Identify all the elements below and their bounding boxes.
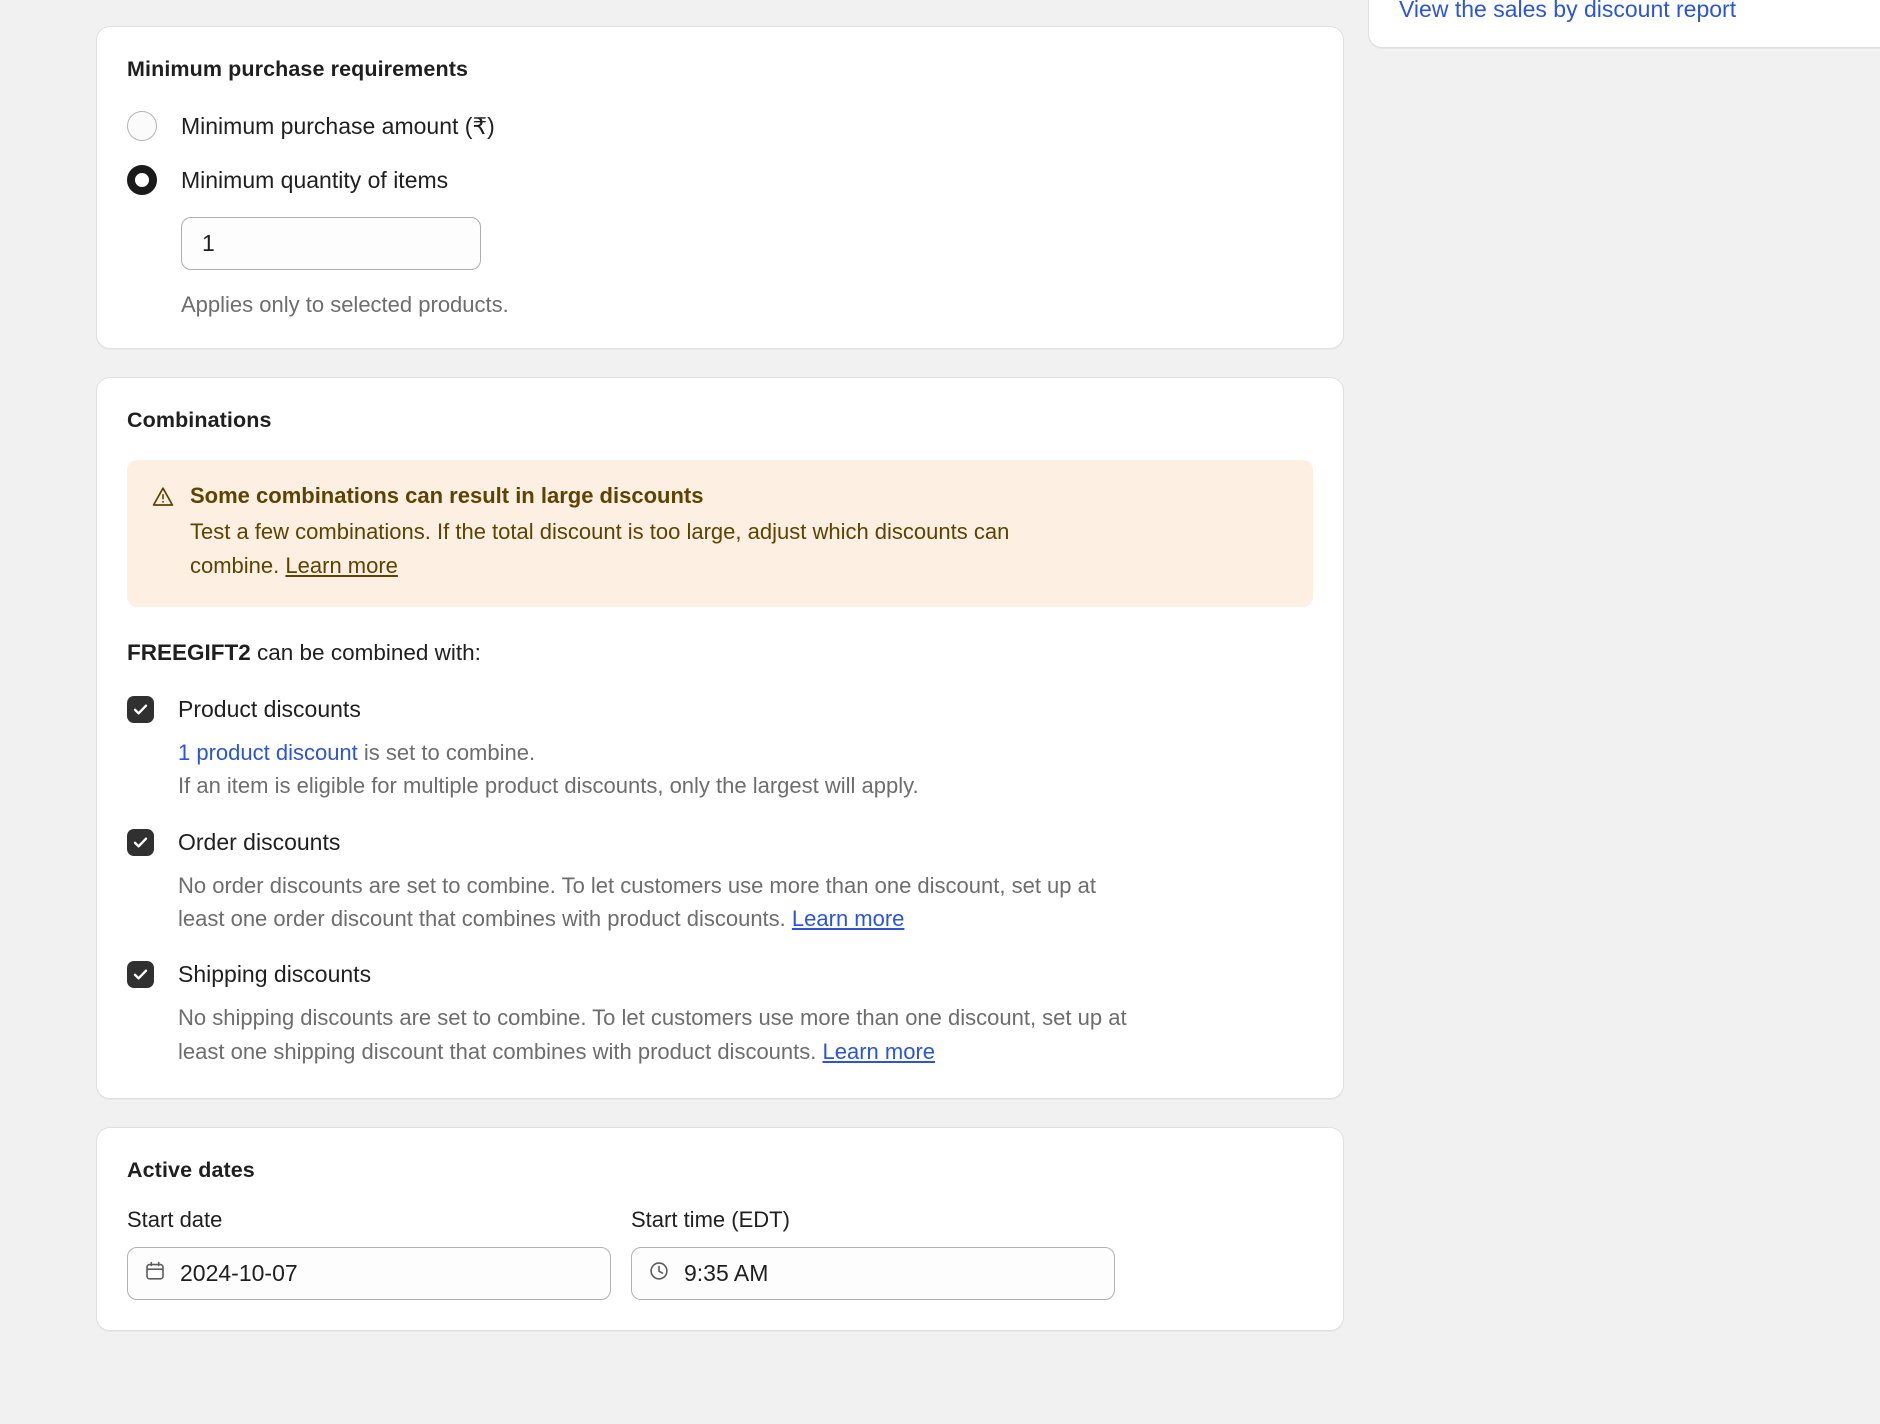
checkbox-order-discounts-label: Order discounts — [178, 828, 341, 855]
combination-intro-rest: can be combined with: — [250, 639, 481, 665]
checkbox-shipping-discounts-icon[interactable] — [127, 961, 154, 989]
sales-report-card: View the sales by discount report — [1368, 0, 1880, 48]
product-discounts-sub-line2: If an item is eligible for multiple prod… — [178, 773, 919, 799]
minimum-quantity-input[interactable]: 1 — [181, 217, 481, 270]
start-time-label: Start time (EDT) — [631, 1207, 790, 1233]
radio-option-minimum-amount[interactable]: Minimum purchase amount (₹) — [127, 111, 1313, 141]
start-time-input[interactable]: 9:35 AM — [631, 1247, 1115, 1301]
warning-banner-learn-more-link[interactable]: Learn more — [285, 553, 398, 578]
start-time-field: Start time (EDT) 9:35 AM — [631, 1207, 1115, 1301]
warning-banner-body: Test a few combinations. If the total di… — [190, 515, 1090, 583]
active-dates-title: Active dates — [127, 1158, 255, 1183]
radio-minimum-amount-label: Minimum purchase amount (₹) — [181, 112, 495, 139]
radio-option-minimum-quantity[interactable]: Minimum quantity of items — [127, 165, 1313, 195]
warning-banner-title: Some combinations can result in large di… — [190, 483, 704, 508]
shipping-discounts-learn-more-link[interactable]: Learn more — [823, 1039, 936, 1064]
checkbox-row-shipping-discounts[interactable]: Shipping discounts — [127, 961, 1313, 989]
minimum-purchase-radio-group: Minimum purchase amount (₹) Minimum quan… — [127, 111, 1313, 195]
view-sales-by-discount-report-link[interactable]: View the sales by discount report — [1399, 0, 1736, 21]
order-discounts-learn-more-link[interactable]: Learn more — [792, 906, 905, 931]
active-dates-fields: Start date 2024-10-07 Start time (EDT) 9… — [127, 1207, 1313, 1301]
start-date-value: 2024-10-07 — [180, 1260, 298, 1287]
minimum-purchase-card: Minimum purchase requirements Minimum pu… — [96, 26, 1344, 349]
combination-discount-code: FREEGIFT2 — [127, 639, 251, 665]
checkbox-row-product-discounts[interactable]: Product discounts — [127, 695, 1313, 723]
combinations-title: Combinations — [127, 408, 272, 432]
start-date-field: Start date 2024-10-07 — [127, 1207, 611, 1301]
radio-minimum-amount-icon[interactable] — [127, 111, 157, 141]
combination-intro: FREEGIFT2 can be combined with: — [127, 640, 1313, 666]
start-date-label: Start date — [127, 1207, 223, 1233]
radio-minimum-quantity-label: Minimum quantity of items — [181, 166, 449, 193]
minimum-quantity-helper-text: Applies only to selected products. — [181, 292, 509, 317]
order-discounts-sub-body: No order discounts are set to combine. T… — [178, 872, 1096, 931]
combination-checkbox-list: Product discounts 1 product discount is … — [127, 695, 1313, 1069]
quantity-input-wrapper: 1 — [181, 217, 1313, 270]
checkbox-order-discounts-icon[interactable] — [127, 828, 154, 856]
checkbox-row-order-discounts[interactable]: Order discounts — [127, 828, 1313, 856]
start-date-input[interactable]: 2024-10-07 — [127, 1247, 611, 1301]
product-discounts-sub-after: is set to combine. — [357, 739, 536, 765]
warning-icon — [151, 485, 175, 509]
left-column: Minimum purchase requirements Minimum pu… — [96, 26, 1344, 1359]
large-discount-warning-banner: Some combinations can result in large di… — [127, 460, 1313, 607]
radio-minimum-quantity-icon[interactable] — [127, 165, 157, 195]
order-discounts-sub-text: No order discounts are set to combine. T… — [178, 869, 1138, 936]
product-discount-count-link[interactable]: 1 product discount — [178, 740, 358, 765]
shipping-discounts-sub-text: No shipping discounts are set to combine… — [178, 1001, 1138, 1068]
checkbox-product-discounts-icon[interactable] — [127, 695, 154, 723]
shipping-discounts-sub-body: No shipping discounts are set to combine… — [178, 1005, 1127, 1064]
clock-icon — [648, 1260, 670, 1287]
combinations-card: Combinations Some combinations can resul… — [96, 377, 1344, 1100]
page-root: Minimum purchase requirements Minimum pu… — [0, 0, 1880, 1424]
calendar-icon — [144, 1260, 166, 1287]
start-time-value: 9:35 AM — [684, 1260, 769, 1287]
checkbox-product-discounts-label: Product discounts — [178, 695, 361, 722]
active-dates-card: Active dates Start date 2024-10-07 Start… — [96, 1127, 1344, 1332]
checkbox-shipping-discounts-label: Shipping discounts — [178, 961, 372, 988]
minimum-purchase-title: Minimum purchase requirements — [127, 57, 469, 81]
product-discounts-sub-text: 1 product discount is set to combine. If… — [178, 736, 1138, 803]
